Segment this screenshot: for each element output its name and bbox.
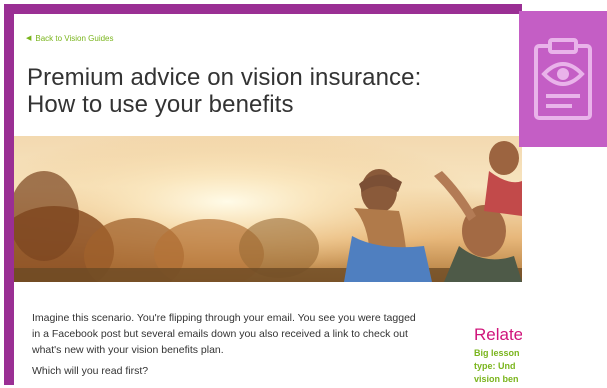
page-title-line-2: How to use your benefits [27,91,294,118]
related-heading: Relate [474,325,522,344]
related-line-3: vision ben [474,374,519,384]
clipboard-eye-icon [534,38,592,120]
back-to-vision-guides-link[interactable]: ◀ Back to Vision Guides [26,34,114,43]
back-link-label: Back to Vision Guides [35,34,114,43]
article-page: ◀ Back to Vision Guides Premium advice o… [14,14,522,385]
page-title-line-1: Premium advice on vision insurance: [27,64,422,91]
page-title: Premium advice on vision insurance: How … [27,64,497,118]
vision-guide-badge [519,11,607,147]
related-line-2: type: Und [474,361,516,371]
family-outdoors-sunset-photo [14,136,522,282]
page-frame: ◀ Back to Vision Guides Premium advice o… [4,4,522,385]
hero-image [14,136,522,282]
related-lesson-link[interactable]: Big lesson type: Und vision ben [474,347,522,385]
related-line-1: Big lesson [474,348,520,358]
chevron-left-icon: ◀ [26,35,32,42]
article-intro-paragraph: Imagine this scenario. You're flipping t… [32,312,416,356]
article-question: Which will you read first? [32,365,149,377]
